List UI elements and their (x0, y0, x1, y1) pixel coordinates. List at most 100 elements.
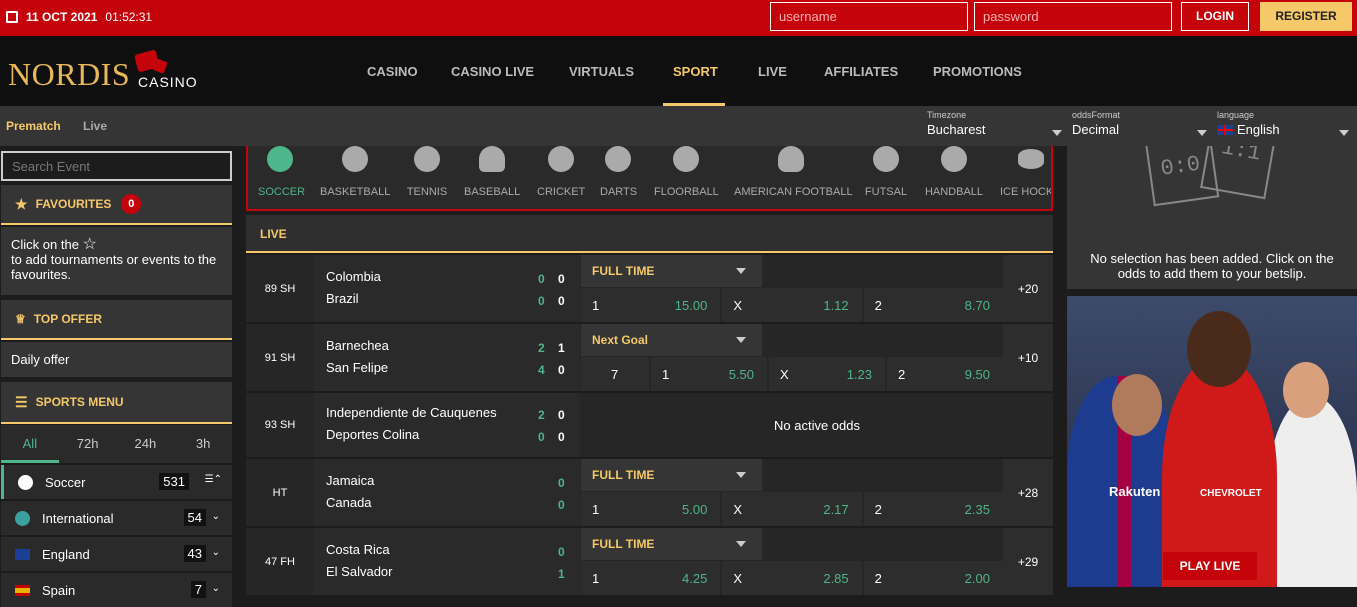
date-time: 11 OCT 2021 01:52:31 (6, 10, 152, 24)
sport-item-international[interactable]: International 54 ⌄ (1, 501, 232, 535)
nav-casino-live[interactable]: CASINO LIVE (451, 36, 569, 106)
sport-item-soccer[interactable]: Soccer 531 ☰⌃ (1, 465, 232, 499)
odd-button[interactable]: X 1.12 (722, 288, 862, 322)
odds-format-select[interactable]: oddsFormat Decimal (1072, 110, 1207, 137)
nav-virtuals[interactable]: VIRTUALS (569, 36, 661, 106)
chevron-down-icon[interactable]: ⌄ (212, 511, 220, 522)
match-row[interactable]: HT Jamaica Canada 0 0 FULL TIME 1 5.00 X2… (246, 459, 1053, 526)
match-row[interactable]: 91 SH Barnechea San Felipe 2 1 4 0 Next … (246, 324, 1053, 391)
time-tab-24h[interactable]: 24h (117, 425, 175, 463)
sport-item-england[interactable]: England 43 ⌄ (1, 537, 232, 571)
odd-button[interactable]: 2 2.35 (863, 492, 1003, 526)
market-select[interactable]: FULL TIME (581, 459, 762, 491)
sport-tab-futsal[interactable]: FUTSAL (864, 146, 908, 209)
match-teams[interactable]: Barnechea San Felipe 2 1 4 0 (314, 324, 580, 391)
odd-key: 1 (592, 502, 600, 517)
sport-tab-baseball[interactable]: BASEBALL (464, 146, 520, 209)
more-markets-button[interactable]: +28 (1003, 459, 1053, 526)
promo-banner[interactable]: Rakuten CHEVROLET PLAY LIVE (1067, 296, 1357, 587)
login-button[interactable]: LOGIN (1181, 2, 1249, 31)
sport-tab-american-football[interactable]: AMERICAN FOOTBALL (734, 146, 853, 209)
home-score-current: 2 (538, 408, 545, 422)
chevron-down-icon[interactable]: ⌄ (212, 547, 220, 558)
odd-key: 2 (898, 367, 906, 382)
register-button[interactable]: REGISTER (1260, 2, 1352, 31)
sport-item-spain[interactable]: Spain 7 ⌄ (1, 573, 232, 607)
odd-button[interactable]: X 2.85 (722, 561, 862, 595)
username-input[interactable] (770, 2, 968, 31)
odd-button[interactable]: 1 15.00 (581, 288, 721, 322)
timezone-value: Bucharest (927, 122, 986, 137)
nav-sport[interactable]: SPORT (663, 36, 725, 106)
market-select[interactable]: Next Goal (581, 324, 762, 356)
chevron-down-icon[interactable]: ⌄ (212, 583, 220, 594)
match-row[interactable]: 93 SH Independiente de Cauquenes Deporte… (246, 393, 1053, 457)
time-tab-3h[interactable]: 3h (174, 425, 232, 463)
search-event-input[interactable] (1, 151, 232, 181)
sport-tab-darts[interactable]: DARTS (600, 146, 637, 209)
away-team: San Felipe (326, 360, 389, 375)
sport-tab-basketball[interactable]: BASKETBALL (320, 146, 390, 209)
tab-prematch[interactable]: Prematch (6, 119, 61, 133)
market-select[interactable]: FULL TIME (581, 528, 762, 560)
more-markets-button[interactable]: +20 (1003, 255, 1053, 322)
sport-tab-floorball[interactable]: FLOORBALL (654, 146, 719, 209)
betslip-empty-message: No selection has been added. Click on th… (1090, 251, 1334, 281)
odd-button[interactable]: X 1.23 (769, 357, 885, 391)
trophy-icon: ♕ (15, 312, 26, 326)
sport-tab-soccer[interactable]: SOCCER (258, 146, 305, 209)
sports-menu-title: SPORTS MENU (35, 395, 124, 409)
sport-tab-ice-hockey[interactable]: ICE HOCKEY (1000, 146, 1051, 209)
odd-button[interactable]: 2 9.50 (887, 357, 1003, 391)
goal-line: 7 (581, 357, 649, 391)
odd-button[interactable]: X 2.17 (722, 492, 862, 526)
match-teams[interactable]: Jamaica Canada 0 0 (314, 459, 580, 526)
daily-offer-link[interactable]: Daily offer (11, 352, 69, 367)
more-markets-button[interactable]: +29 (1003, 528, 1053, 595)
favourites-count-badge: 0 (121, 194, 142, 214)
soccer-ball-icon (267, 146, 293, 172)
match-teams[interactable]: Colombia Brazil 0 0 0 0 (314, 255, 580, 322)
odd-value: 15.00 (674, 298, 708, 313)
odd-value: 5.00 (682, 502, 708, 517)
odd-button[interactable]: 2 2.00 (863, 561, 1003, 595)
time-tab-72h[interactable]: 72h (59, 425, 117, 463)
home-score: 0 (558, 545, 565, 559)
sport-name: England (42, 546, 90, 562)
language-select[interactable]: language English (1217, 110, 1349, 137)
list-chevron-up-icon[interactable]: ☰⌃ (205, 474, 222, 485)
nav-casino[interactable]: CASINO (357, 36, 443, 106)
sport-tab-cricket[interactable]: CRICKET (537, 146, 585, 209)
star-outline-icon: ☆ (82, 236, 97, 253)
time-tab-all[interactable]: All (1, 425, 59, 463)
password-input[interactable] (974, 2, 1172, 31)
match-teams[interactable]: Independiente de Cauquenes Deportes Coli… (314, 393, 580, 457)
nav-promotions[interactable]: PROMOTIONS (933, 36, 1033, 106)
timezone-select[interactable]: Timezone Bucharest (927, 110, 1062, 137)
match-teams[interactable]: Costa Rica El Salvador 0 1 (314, 528, 580, 595)
sport-tab-tennis[interactable]: TENNIS (406, 146, 448, 209)
play-live-button[interactable]: PLAY LIVE (1163, 552, 1257, 580)
chevron-down-icon (736, 268, 746, 274)
match-time: HT (272, 486, 288, 499)
language-value-wrap: English (1217, 122, 1349, 137)
top-offer-header[interactable]: ♕ TOP OFFER (1, 300, 232, 340)
match-row[interactable]: 89 SH Colombia Brazil 0 0 0 0 FULL TIME … (246, 255, 1053, 322)
tab-live[interactable]: Live (83, 119, 107, 133)
sport-tab-handball[interactable]: HANDBALL (924, 146, 984, 209)
nav-affiliates[interactable]: AFFILIATES (824, 36, 934, 106)
odd-button[interactable]: 1 4.25 (581, 561, 721, 595)
logo[interactable]: NORDIS CASINO (8, 49, 208, 94)
market-select[interactable]: FULL TIME (581, 255, 762, 287)
odd-button[interactable]: 2 8.70 (863, 288, 1003, 322)
top-offer-body[interactable]: Daily offer (1, 342, 232, 377)
nav-live[interactable]: LIVE (758, 36, 826, 106)
odd-button[interactable]: 1 5.50 (651, 357, 767, 391)
favourites-header[interactable]: ★ FAVOURITES 0 (1, 185, 232, 225)
futsal-ball-icon (873, 146, 899, 172)
more-markets-button[interactable]: +10 (1003, 324, 1053, 391)
odd-button[interactable]: 1 5.00 (581, 492, 721, 526)
odds-format-value: Decimal (1072, 122, 1119, 137)
home-score-current: 0 (538, 272, 545, 286)
match-row[interactable]: 47 FH Costa Rica El Salvador 0 1 FULL TI… (246, 528, 1053, 595)
